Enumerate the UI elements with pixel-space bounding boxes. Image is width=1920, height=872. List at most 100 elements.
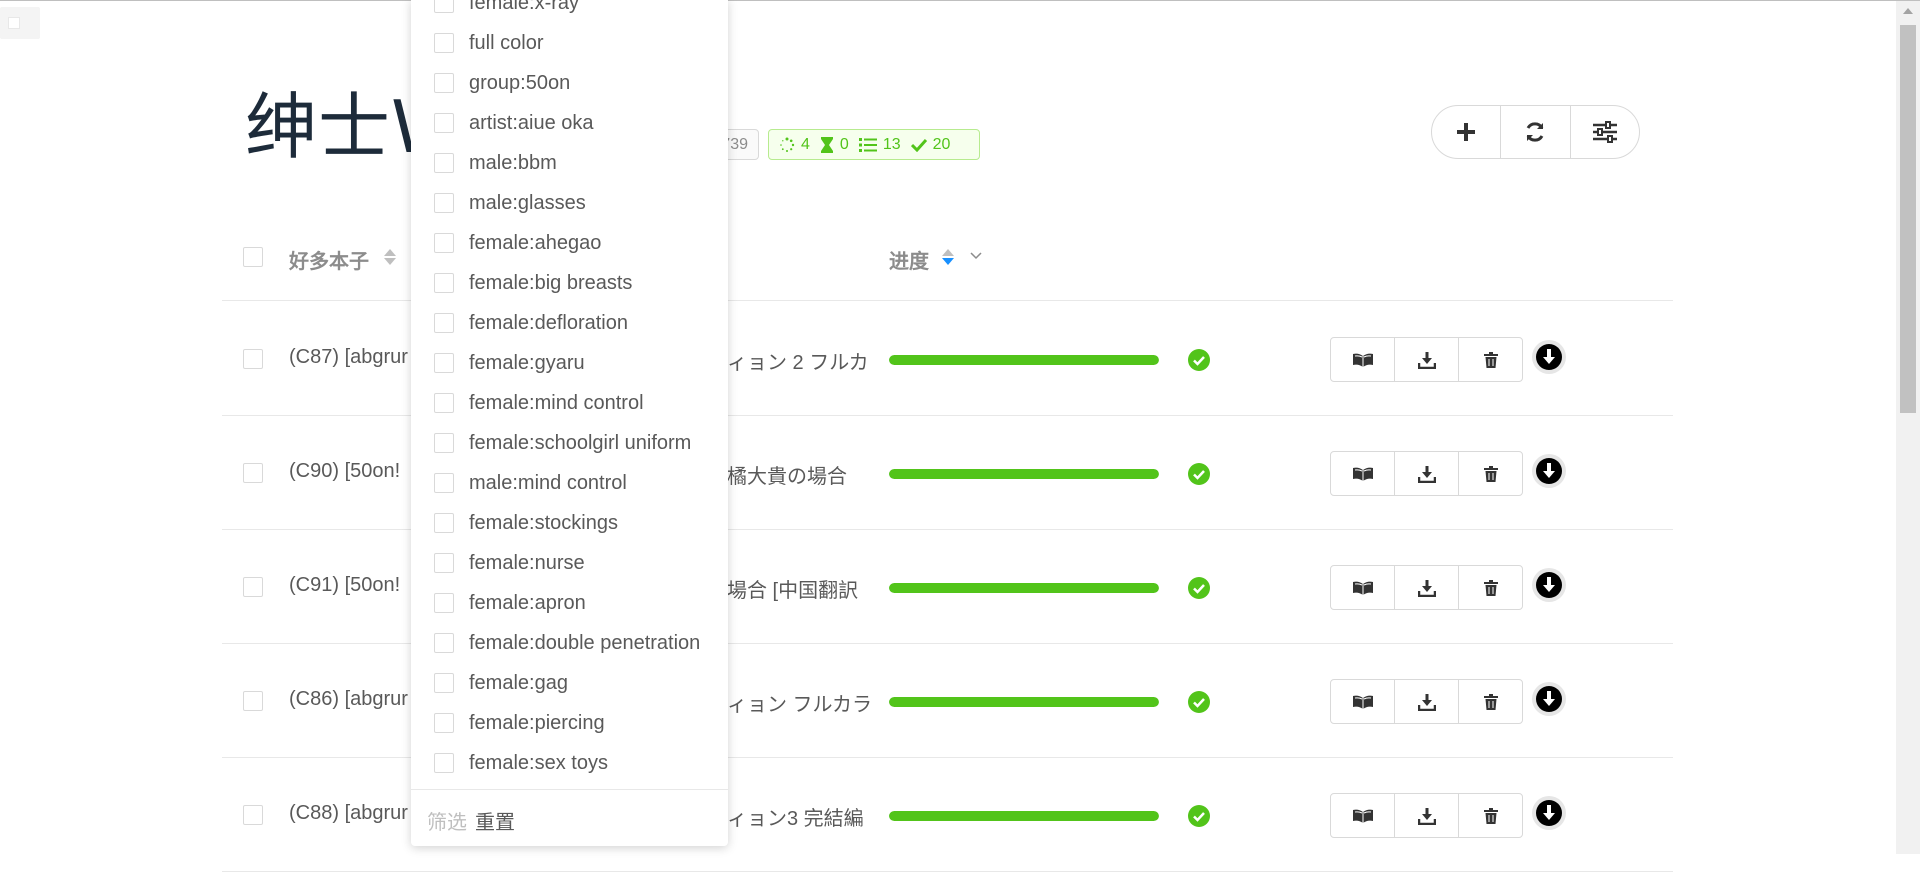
filter-option-checkbox[interactable]	[434, 0, 454, 13]
filter-option[interactable]: female:sex toys	[434, 748, 608, 778]
row-title-start[interactable]: (C91) [50on!	[289, 574, 400, 597]
filter-option[interactable]: female:schoolgirl uniform	[434, 428, 691, 458]
delete-button[interactable]	[1459, 566, 1522, 609]
filter-option[interactable]: male:mind control	[434, 468, 627, 498]
read-button[interactable]	[1331, 794, 1395, 837]
filter-option-checkbox[interactable]	[434, 353, 454, 373]
download-button[interactable]	[1395, 452, 1459, 495]
filter-option[interactable]: female:x-ray	[434, 0, 579, 18]
download-tray-icon	[1417, 579, 1436, 597]
row-checkbox[interactable]	[243, 691, 263, 711]
filter-option-checkbox[interactable]	[434, 433, 454, 453]
download-button[interactable]	[1395, 338, 1459, 381]
read-button[interactable]	[1331, 680, 1395, 723]
row-checkbox[interactable]	[243, 577, 263, 597]
check-icon	[910, 138, 927, 152]
download-button[interactable]	[1395, 566, 1459, 609]
refresh-button[interactable]	[1501, 106, 1571, 158]
filter-option-checkbox[interactable]	[434, 713, 454, 733]
filter-option[interactable]: artist:aiue oka	[434, 108, 594, 138]
delete-button[interactable]	[1459, 680, 1522, 723]
filter-option[interactable]: female:stockings	[434, 508, 618, 538]
download-circle-button[interactable]	[1532, 568, 1566, 602]
filter-option-checkbox[interactable]	[434, 553, 454, 573]
filter-option-checkbox[interactable]	[434, 593, 454, 613]
check-circle-icon	[1188, 349, 1210, 371]
filter-option-checkbox[interactable]	[434, 73, 454, 93]
scrollbar-thumb[interactable]	[1900, 25, 1916, 413]
filter-option[interactable]: female:defloration	[434, 308, 628, 338]
row-checkbox[interactable]	[243, 463, 263, 483]
select-all-checkbox[interactable]	[243, 247, 263, 267]
filter-option-checkbox[interactable]	[434, 673, 454, 693]
add-button[interactable]	[1432, 106, 1502, 158]
filter-option-checkbox[interactable]	[434, 513, 454, 533]
page-scrollbar[interactable]	[1896, 1, 1920, 854]
status-queued-count: 13	[882, 135, 901, 153]
read-button[interactable]	[1331, 566, 1395, 609]
filter-option[interactable]: group:50on	[434, 68, 570, 98]
filter-option-label: artist:aiue oka	[469, 111, 594, 134]
filter-option-label: female:gyaru	[469, 351, 585, 374]
reset-button[interactable]: 重置	[475, 806, 515, 835]
filter-option-checkbox[interactable]	[434, 233, 454, 253]
scroll-up-arrow-icon[interactable]	[1903, 8, 1913, 14]
corner-control[interactable]	[0, 7, 40, 39]
trash-icon	[1483, 351, 1498, 368]
filter-button[interactable]: 筛选	[427, 806, 467, 835]
download-circle-button[interactable]	[1532, 340, 1566, 374]
download-circle-button[interactable]	[1532, 454, 1566, 488]
filter-option[interactable]: female:nurse	[434, 548, 585, 578]
filter-option[interactable]: female:big breasts	[434, 268, 632, 298]
progress-bar	[889, 697, 1159, 707]
filter-option[interactable]: female:ahegao	[434, 228, 601, 258]
sort-icon[interactable]	[383, 247, 397, 267]
arrow-down-circle-icon	[1536, 800, 1562, 826]
filter-option-checkbox[interactable]	[434, 33, 454, 53]
filter-option-checkbox[interactable]	[434, 313, 454, 333]
row-checkbox[interactable]	[243, 805, 263, 825]
filter-option[interactable]: female:double penetration	[434, 628, 700, 658]
filter-option-label: male:glasses	[469, 191, 586, 214]
row-title-start[interactable]: (C87) [abgrur	[289, 346, 408, 369]
settings-button[interactable]	[1571, 106, 1639, 158]
filter-option-checkbox[interactable]	[434, 393, 454, 413]
filter-option-checkbox[interactable]	[434, 193, 454, 213]
row-checkbox[interactable]	[243, 349, 263, 369]
filter-footer: 筛选 重置	[411, 789, 728, 846]
download-button[interactable]	[1395, 794, 1459, 837]
list-icon	[858, 137, 877, 152]
delete-button[interactable]	[1459, 338, 1522, 381]
sort-icon-active[interactable]	[941, 247, 955, 267]
filter-option-checkbox[interactable]	[434, 753, 454, 773]
filter-option[interactable]: male:glasses	[434, 188, 586, 218]
filter-dropdown: female:x-ray full color group:50on artist:a…	[411, 0, 728, 846]
filter-option-checkbox[interactable]	[434, 113, 454, 133]
row-title-start[interactable]: (C88) [abgrur	[289, 802, 408, 825]
delete-button[interactable]	[1459, 452, 1522, 495]
filter-option-checkbox[interactable]	[434, 633, 454, 653]
filter-option[interactable]: full color	[434, 28, 543, 58]
status-waiting-count: 0	[839, 135, 849, 153]
filter-option-checkbox[interactable]	[434, 153, 454, 173]
book-open-icon	[1352, 580, 1374, 596]
download-circle-button[interactable]	[1532, 796, 1566, 830]
filter-option[interactable]: male:bbm	[434, 148, 557, 178]
filter-option[interactable]: female:apron	[434, 588, 586, 618]
filter-option[interactable]: female:piercing	[434, 708, 605, 738]
row-title-start[interactable]: (C86) [abgrur	[289, 688, 408, 711]
plus-icon	[1457, 123, 1476, 141]
filter-option-label: female:nurse	[469, 551, 585, 574]
filter-option[interactable]: female:gag	[434, 668, 568, 698]
filter-option-checkbox[interactable]	[434, 273, 454, 293]
filter-option[interactable]: female:gyaru	[434, 348, 585, 378]
read-button[interactable]	[1331, 452, 1395, 495]
download-circle-button[interactable]	[1532, 682, 1566, 716]
filter-option[interactable]: female:mind control	[434, 388, 644, 418]
read-button[interactable]	[1331, 338, 1395, 381]
filter-option-checkbox[interactable]	[434, 473, 454, 493]
download-button[interactable]	[1395, 680, 1459, 723]
row-title-start[interactable]: (C90) [50on!	[289, 460, 400, 483]
chevron-down-icon[interactable]	[970, 251, 982, 261]
delete-button[interactable]	[1459, 794, 1522, 837]
